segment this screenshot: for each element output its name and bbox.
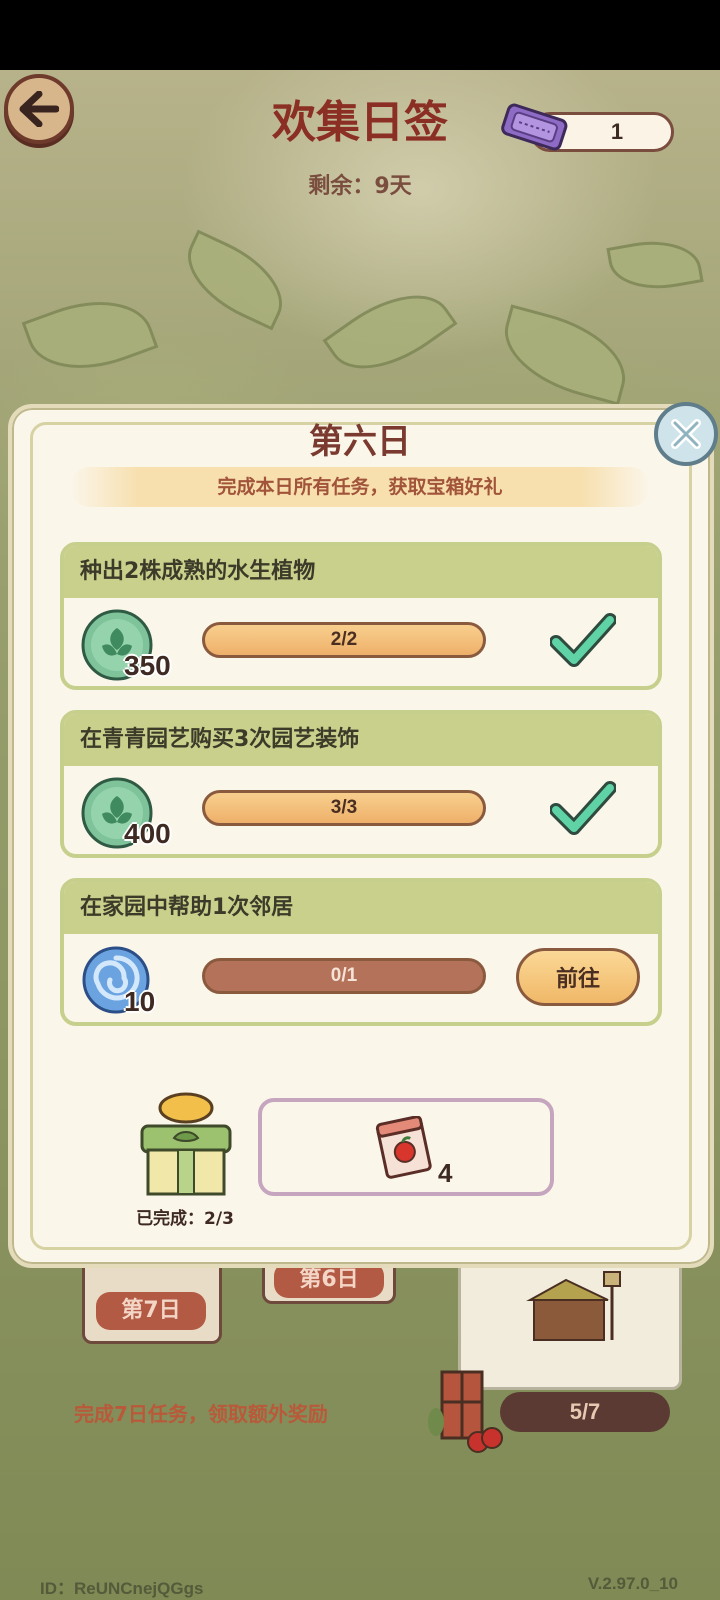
reward-amount: 10 [124,986,156,1017]
lantern-icon [428,1370,503,1453]
week-progress: 5/7 [500,1392,670,1432]
task-title: 在家园中帮助1次邻居 [64,882,658,934]
task-card: 在青青园艺购买3次园艺装饰 400 3/3 [60,710,662,858]
progress-bar: 3/3 [202,790,486,826]
extra-reward-tip: 完成7日任务，领取额外奖励 [74,1402,328,1426]
gift-progress: 已完成：2/3 [136,1209,234,1229]
ticket-icon [501,103,568,151]
progress-bar: 2/2 [202,622,486,658]
checkmark-icon [550,613,616,667]
progress-text: 0/1 [330,965,358,986]
remaining-days: 剩余：9天 [308,174,412,199]
progress-text: 2/2 [330,629,358,650]
seed-packet-icon [375,1116,432,1179]
day7-label: 第7日 [96,1292,206,1330]
market-stall-icon [526,1271,621,1341]
reward-count: 4 [438,1158,453,1188]
user-id: ID：ReUNCnejQGgs [40,1579,204,1598]
close-icon [671,419,701,449]
checkmark-icon [550,781,616,835]
gift-box-icon[interactable] [134,1090,238,1200]
status-bar [0,0,720,70]
reward-amount: 350 [124,650,171,681]
go-button[interactable]: 前往 [516,948,640,1006]
progress-bar: 0/1 [202,958,486,994]
task-card: 种出2株成熟的水生植物 350 2/2 [60,542,662,690]
ticket-count: 1 [610,119,624,144]
dialog-subtitle: 完成本日所有任务，获取宝箱好礼 [70,467,650,507]
reward-box[interactable]: 4 [258,1098,554,1196]
task-title: 种出2株成熟的水生植物 [64,546,658,598]
dialog-title: 第六日 [309,422,411,462]
reward-amount: 400 [124,818,171,849]
task-card: 在家园中帮助1次邻居 10 0/1 前往 [60,878,662,1026]
task-title: 在青青园艺购买3次园艺装饰 [64,714,658,766]
version-text: V.2.97.0_10 [587,1574,678,1593]
close-button[interactable] [654,402,718,466]
progress-text: 3/3 [330,797,358,818]
